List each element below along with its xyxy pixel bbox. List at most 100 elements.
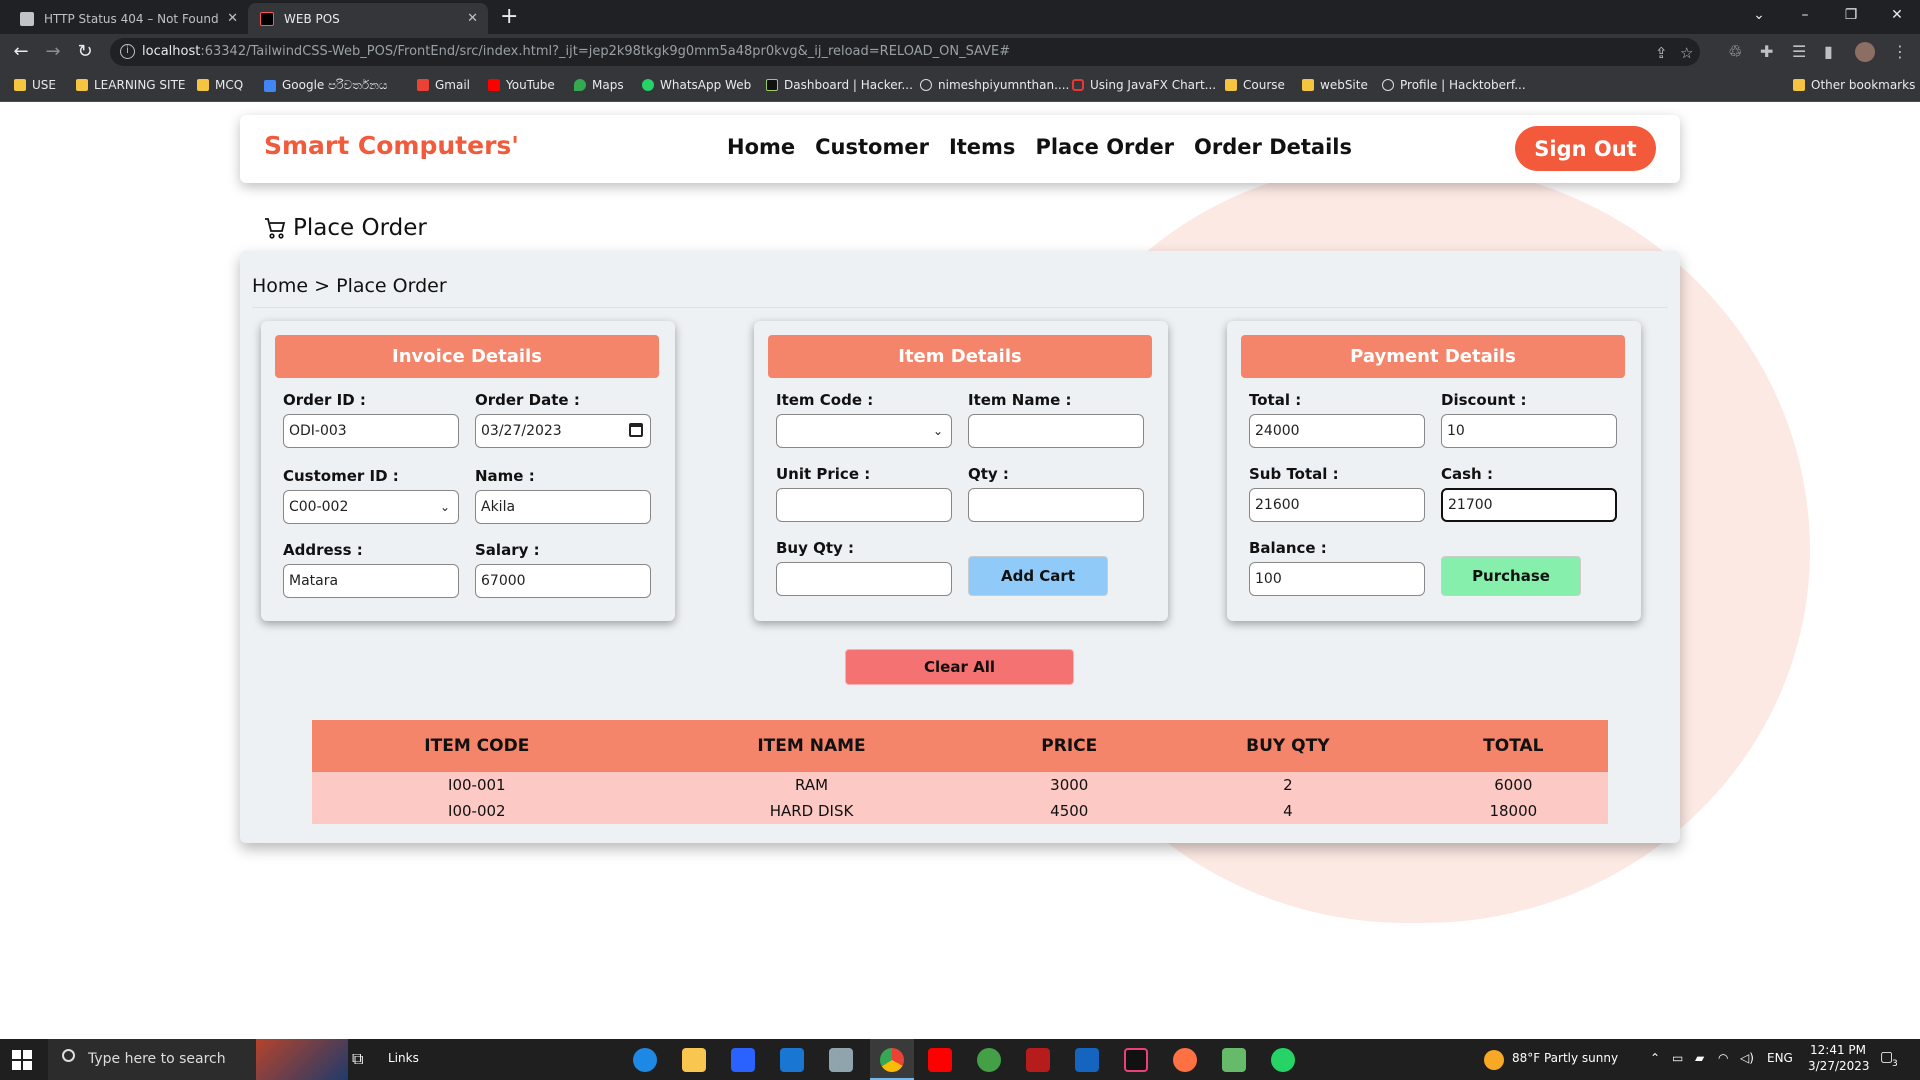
window-close-icon[interactable]: ✕: [1874, 0, 1920, 30]
site-info-icon[interactable]: i: [120, 44, 135, 59]
close-icon[interactable]: ✕: [227, 11, 238, 26]
url-field[interactable]: i localhost:63342/TailwindCSS-Web_POS/Fr…: [110, 38, 1700, 66]
windows-start-icon[interactable]: [12, 1050, 32, 1070]
firefox-icon[interactable]: [1173, 1048, 1197, 1072]
address-input[interactable]: Matara: [283, 564, 459, 598]
youtube-app-icon[interactable]: [928, 1048, 952, 1072]
search-highlight-art: [256, 1039, 348, 1080]
bookmark-item[interactable]: Profile | Hacktoberf...: [1382, 78, 1526, 92]
restore-icon[interactable]: ❐: [1828, 0, 1874, 30]
unit-price-input[interactable]: [776, 488, 952, 522]
weather-icon[interactable]: [1484, 1050, 1504, 1070]
clock-date[interactable]: 3/27/2023: [1808, 1059, 1870, 1073]
app-icon[interactable]: [1222, 1048, 1246, 1072]
mail-icon[interactable]: [780, 1048, 804, 1072]
battery-icon[interactable]: ▰: [1695, 1051, 1704, 1065]
share-icon[interactable]: ⇪: [1655, 44, 1668, 62]
nav-place-order[interactable]: Place Order: [1035, 135, 1174, 159]
tray-chevron-up-icon[interactable]: ⌃: [1650, 1051, 1660, 1065]
bookmark-item[interactable]: webSite: [1302, 78, 1368, 92]
nav-order-details[interactable]: Order Details: [1194, 135, 1352, 159]
new-tab-icon[interactable]: +: [500, 4, 518, 30]
bookmark-item[interactable]: YouTube: [488, 78, 555, 92]
bookmark-item[interactable]: USE: [14, 78, 56, 92]
total-field: Total : 24000: [1249, 391, 1427, 448]
app-icon[interactable]: [829, 1048, 853, 1072]
hacktoberfest-icon: [1382, 79, 1394, 91]
order-date-input[interactable]: 03/27/2023: [475, 414, 651, 448]
extension-icon[interactable]: ♲: [1728, 42, 1742, 61]
table-row[interactable]: I00-002 HARD DISK 4500 4 18000: [312, 798, 1608, 824]
salary-input[interactable]: 67000: [475, 564, 651, 598]
balance-input[interactable]: 100: [1249, 562, 1425, 596]
tab-web-pos[interactable]: WEB POS ✕: [248, 3, 488, 34]
minimize-icon[interactable]: –: [1782, 0, 1828, 30]
taskbar-search[interactable]: Type here to search: [48, 1039, 348, 1080]
tray-device-icon[interactable]: ▭: [1672, 1051, 1683, 1065]
discount-input[interactable]: 10: [1441, 414, 1617, 448]
close-icon[interactable]: ✕: [467, 11, 478, 26]
app-icon[interactable]: [1026, 1048, 1050, 1072]
reading-list-icon[interactable]: ☰: [1792, 42, 1806, 61]
bookmark-other[interactable]: Other bookmarks: [1793, 78, 1915, 92]
cash-input[interactable]: 21700: [1441, 488, 1617, 522]
customer-id-select[interactable]: C00-002 ⌄: [283, 490, 459, 524]
bookmark-item[interactable]: Maps: [574, 78, 624, 92]
file-explorer-icon[interactable]: [682, 1048, 706, 1072]
kebab-menu-icon[interactable]: ⋮: [1892, 42, 1908, 61]
item-name-input[interactable]: [968, 414, 1144, 448]
reload-icon[interactable]: ↻: [74, 41, 96, 63]
profile-avatar[interactable]: [1855, 42, 1875, 62]
tab-title: HTTP Status 404 – Not Found: [44, 11, 219, 26]
whatsapp-app-icon[interactable]: [1271, 1048, 1295, 1072]
bookmark-item[interactable]: nimeshpiyumnthan....: [920, 78, 1069, 92]
bookmark-item[interactable]: WhatsApp Web: [642, 78, 751, 92]
sub-total-input[interactable]: 21600: [1249, 488, 1425, 522]
table-row[interactable]: I00-001 RAM 3000 2 6000: [312, 772, 1608, 798]
add-cart-button[interactable]: Add Cart: [968, 556, 1108, 596]
sign-out-button[interactable]: Sign Out: [1515, 126, 1656, 171]
tab-search-chevron-icon[interactable]: ⌄: [1736, 0, 1782, 30]
puzzle-extensions-icon[interactable]: ✚: [1760, 42, 1773, 61]
chrome-icon[interactable]: [880, 1048, 904, 1072]
store-icon[interactable]: [731, 1048, 755, 1072]
side-panel-icon[interactable]: ▮: [1824, 42, 1833, 61]
calendar-icon[interactable]: [629, 423, 643, 437]
vscode-icon[interactable]: [1075, 1048, 1099, 1072]
qty-on-hand-input[interactable]: [968, 488, 1144, 522]
bookmark-item[interactable]: Google පරිවර්තනය: [264, 78, 388, 93]
purchase-button[interactable]: Purchase: [1441, 556, 1581, 596]
app-icon[interactable]: [977, 1048, 1001, 1072]
brand-logo[interactable]: Smart Computers': [264, 131, 519, 160]
volume-icon[interactable]: ◁): [1740, 1051, 1754, 1065]
language-indicator[interactable]: ENG: [1767, 1051, 1793, 1065]
bookmark-star-icon[interactable]: ☆: [1680, 44, 1693, 62]
bookmark-item[interactable]: MCQ: [197, 78, 243, 92]
item-code-select[interactable]: ⌄: [776, 414, 952, 448]
order-id-input[interactable]: ODI-003: [283, 414, 459, 448]
task-view-icon[interactable]: ⧉: [352, 1049, 363, 1069]
wifi-icon[interactable]: ◠: [1718, 1051, 1728, 1065]
buy-qty-input[interactable]: [776, 562, 952, 596]
nav-items[interactable]: Items: [949, 135, 1015, 159]
tab-404[interactable]: HTTP Status 404 – Not Found ✕: [8, 3, 248, 34]
back-icon[interactable]: ←: [10, 41, 32, 63]
bookmark-item[interactable]: LEARNING SITE: [76, 78, 186, 92]
place-order-card: Home > Place Order Invoice Details Order…: [240, 251, 1680, 843]
clear-all-button[interactable]: Clear All: [845, 649, 1074, 685]
links-toolbar[interactable]: Links: [388, 1051, 419, 1065]
bookmark-item[interactable]: Using JavaFX Chart...: [1072, 78, 1216, 92]
nav-customer[interactable]: Customer: [815, 135, 929, 159]
forward-icon[interactable]: →: [42, 41, 64, 63]
total-input[interactable]: 24000: [1249, 414, 1425, 448]
cell-total: 6000: [1418, 772, 1608, 798]
intellij-icon[interactable]: [1124, 1048, 1148, 1072]
bookmark-item[interactable]: Dashboard | Hacker...: [766, 78, 913, 92]
bookmark-item[interactable]: Course: [1225, 78, 1285, 92]
nav-home[interactable]: Home: [727, 135, 795, 159]
weather-text[interactable]: 88°F Partly sunny: [1512, 1051, 1618, 1065]
edge-icon[interactable]: [633, 1048, 657, 1072]
bookmark-item[interactable]: Gmail: [417, 78, 470, 92]
clock-time[interactable]: 12:41 PM: [1808, 1043, 1868, 1057]
customer-name-input[interactable]: Akila: [475, 490, 651, 524]
